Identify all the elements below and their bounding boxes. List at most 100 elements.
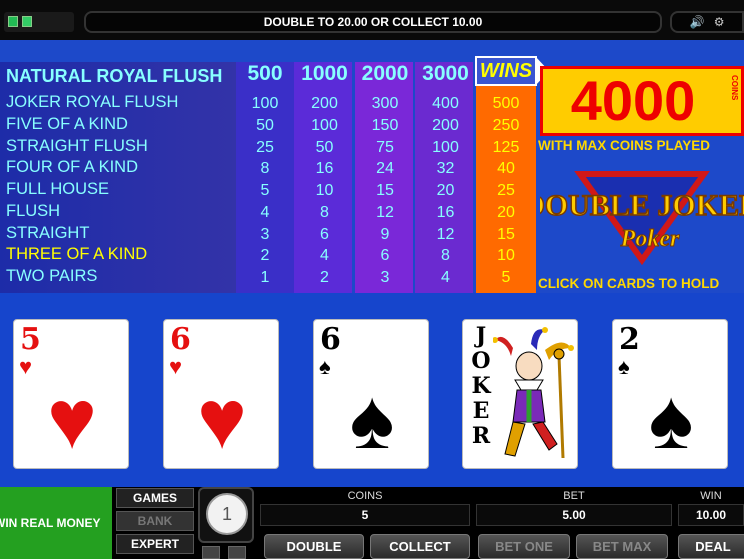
real-money-button[interactable]: WIN REAL MONEY <box>0 487 112 559</box>
jester-icon <box>493 327 574 459</box>
payout-cell: 8 <box>441 247 450 264</box>
win-label: WIN <box>700 490 722 502</box>
coins-label: COINS <box>347 490 383 502</box>
payout-cell: 20 <box>436 182 455 199</box>
payout-cell: 150 <box>371 117 399 134</box>
payout-cell: 16 <box>315 160 334 177</box>
wins-cell: 15 <box>497 226 515 243</box>
hand-name: NATURAL ROYAL FLUSH <box>6 66 223 86</box>
wins-cell: 125 <box>492 139 520 156</box>
wins-cell: 10 <box>497 247 515 264</box>
wins-cell: 500 <box>492 95 520 112</box>
payout-cell: 15 <box>376 182 394 199</box>
payout-cell: 50 <box>256 117 274 134</box>
payout-cell: 24 <box>376 160 394 177</box>
wins-badge: WINS <box>475 56 537 86</box>
card-rank: 5 <box>20 322 41 357</box>
hand-name: FLUSH <box>6 202 61 220</box>
payout-cell: 6 <box>380 247 390 264</box>
payout-cell: 75 <box>376 139 394 156</box>
card-rank: 6 <box>170 322 191 357</box>
deal-button[interactable]: DEAL <box>678 534 744 559</box>
card-rank: 6 <box>320 322 341 357</box>
settings-icon[interactable]: ⚙ <box>714 15 725 29</box>
heart-icon: ♥ <box>197 372 247 466</box>
bet-one-button[interactable]: BET ONE <box>478 534 570 559</box>
double-button[interactable]: DOUBLE <box>264 534 364 559</box>
expert-button[interactable]: EXPERT <box>116 534 194 554</box>
bet-label: BET <box>563 490 585 502</box>
card-4-joker[interactable]: J O K E R <box>462 319 578 469</box>
speaker-icon[interactable]: 🔊 <box>689 15 704 29</box>
joker-letter: K <box>471 373 491 399</box>
hand-name: FIVE OF A KIND <box>6 115 128 133</box>
payout-cell: 3 <box>260 226 270 243</box>
coin-value-dial[interactable]: 1 <box>198 487 254 543</box>
payout-cell: 100 <box>432 139 459 156</box>
win-value: 10.00 <box>678 504 744 526</box>
payout-cell: 8 <box>260 160 270 177</box>
payout-cell: 8 <box>320 204 329 221</box>
hand-name: STRAIGHT <box>6 224 90 242</box>
top-right-icons: 🔊 ⚙ <box>670 11 744 33</box>
hand-name: JOKER ROYAL FLUSH <box>6 93 179 111</box>
bet-value: 5.00 <box>476 504 672 526</box>
payout-cell: 2 <box>320 269 329 286</box>
collect-button[interactable]: COLLECT <box>370 534 470 559</box>
cashier-icon[interactable] <box>22 16 32 27</box>
payout-cell: 2 <box>260 247 270 264</box>
payout-cell: 4 <box>260 204 270 221</box>
hand-name: FOUR OF A KIND <box>6 158 139 176</box>
bank-button[interactable]: BANK <box>116 511 194 531</box>
payout-cell: 12 <box>436 226 455 243</box>
payout-cell: 12 <box>376 204 394 221</box>
top-left-icons <box>4 12 74 32</box>
payout-cell: 5 <box>260 182 270 199</box>
wins-cell: 40 <box>497 160 515 177</box>
top-prize-box: 4000 COINS <box>540 66 744 136</box>
wins-cell: 5 <box>501 269 511 286</box>
payout-cell: 100 <box>251 95 279 112</box>
coins-value: 5 <box>260 504 470 526</box>
dial-right-arrow-icon[interactable] <box>228 546 246 559</box>
wins-cell: 20 <box>497 204 515 221</box>
payout-cell: 9 <box>380 226 390 243</box>
joker-letter: R <box>471 423 491 449</box>
payout-cell: 100 <box>311 117 338 134</box>
payout-cell: 4 <box>320 247 329 264</box>
col-head-1000: 1000 <box>301 62 348 85</box>
max-coins-text: WITH MAX COINS PLAYED <box>538 138 711 153</box>
double-joker-logo: DOUBLE JOKER Poker <box>540 171 744 266</box>
hand-name: FULL HOUSE <box>6 180 109 198</box>
spade-icon: ♠ <box>349 372 395 466</box>
card-rank: 2 <box>619 322 640 357</box>
dial-left-arrow-icon[interactable] <box>202 546 220 559</box>
real-money-label: WIN REAL MONEY <box>0 516 101 530</box>
col-head-500: 500 <box>247 62 283 85</box>
joker-letter: E <box>472 398 490 424</box>
payout-cell: 200 <box>311 95 338 112</box>
wins-cell: 250 <box>492 117 520 134</box>
card-3[interactable]: 6 ♠ ♠ <box>313 319 429 469</box>
col-head-2000: 2000 <box>361 62 409 85</box>
payout-cell: 32 <box>436 160 455 177</box>
joker-letter: J <box>475 323 487 349</box>
hand-name: STRAIGHT FLUSH <box>6 137 148 155</box>
menu-icon[interactable] <box>8 16 18 27</box>
top-bar: DOUBLE TO 20.00 OR COLLECT 10.00 🔊 ⚙ <box>0 0 744 40</box>
wins-cell: 25 <box>497 182 515 199</box>
card-2[interactable]: 6 ♥ ♥ <box>163 319 279 469</box>
logo-title: DOUBLE JOKER <box>540 189 744 222</box>
payout-cell: 200 <box>432 117 459 134</box>
col-head-3000: 3000 <box>422 62 469 85</box>
hand-name: THREE OF A KIND <box>6 245 148 263</box>
games-button[interactable]: GAMES <box>116 488 194 508</box>
payout-cell: 10 <box>315 182 334 199</box>
card-5[interactable]: 2 ♠ ♠ <box>612 319 728 469</box>
heart-icon: ♥ <box>47 372 97 466</box>
bet-max-button[interactable]: BET MAX <box>576 534 668 559</box>
logo-subtitle: Poker <box>620 226 680 252</box>
spade-icon: ♠ <box>648 372 694 466</box>
card-1[interactable]: 5 ♥ ♥ <box>13 319 129 469</box>
message-bar: DOUBLE TO 20.00 OR COLLECT 10.00 <box>84 11 662 33</box>
